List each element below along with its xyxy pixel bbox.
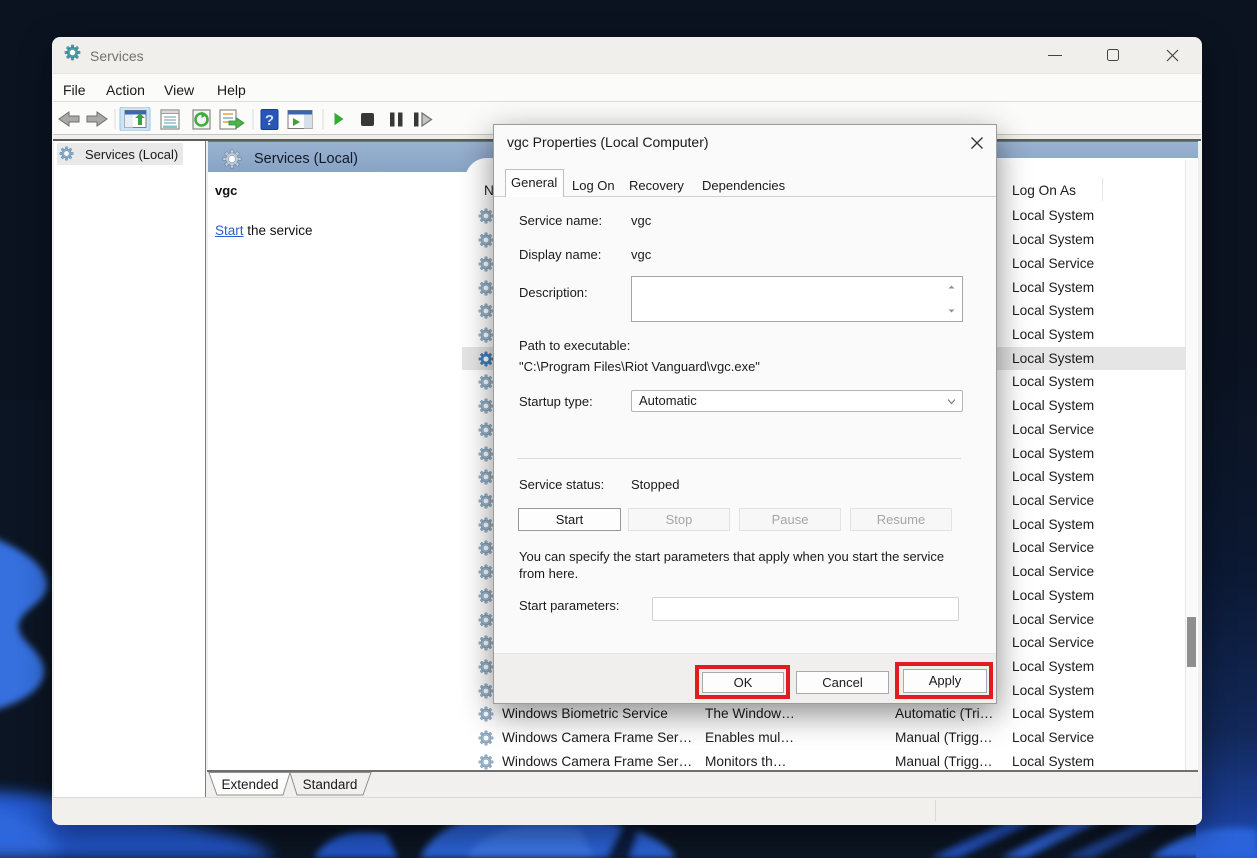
svg-text:Extended: Extended (221, 777, 278, 792)
svg-text:Standard: Standard (303, 777, 358, 792)
